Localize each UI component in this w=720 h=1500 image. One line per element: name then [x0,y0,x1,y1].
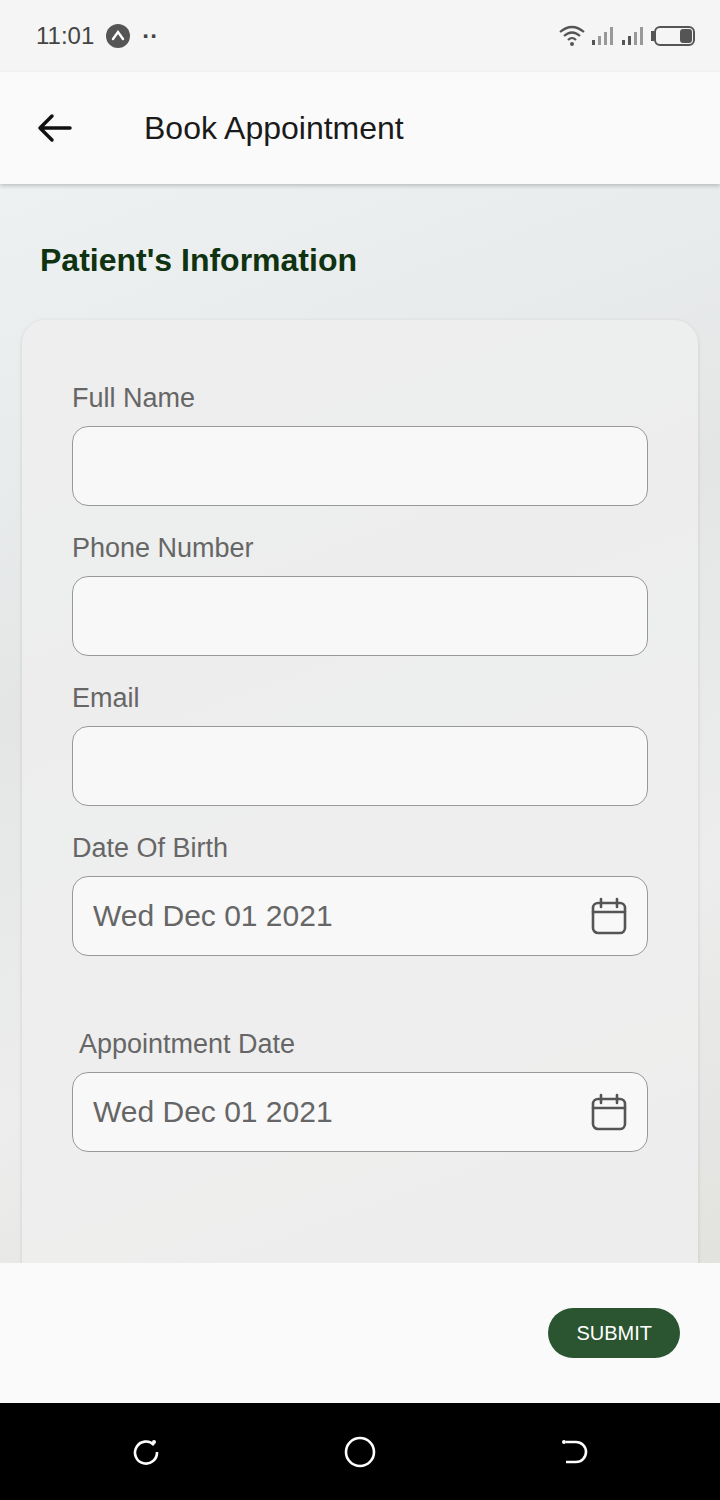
form-field: Phone Number [72,530,648,656]
submit-button[interactable]: SUBMIT [548,1308,680,1358]
home-icon[interactable] [343,1435,377,1469]
status-bar: 11:01 ·· [0,0,720,72]
field-label: Email [72,680,648,716]
form-field: Full Name [72,380,648,506]
status-time: 11:01 [36,22,94,50]
back-nav-icon[interactable] [558,1436,590,1468]
form-area: Patient's Information Full Name Phone Numb… [0,184,720,1263]
signal-icon [620,25,646,47]
form-card: Full Name Phone Number Email Date Of Birth W… [22,320,698,1263]
status-dots: ·· [142,22,158,50]
field-label: Full Name [72,380,648,416]
screen: 11:01 ·· Book Appointment Patient's Informa… [0,0,720,1500]
page-title: Book Appointment [144,110,404,147]
field-label: Appointment Date [72,1026,648,1062]
field-value: Wed Dec 01 2021 [93,899,333,933]
form-field: Date Of Birth Wed Dec 01 2021 [72,830,648,956]
back-arrow-icon[interactable] [36,113,72,143]
field-value: Wed Dec 01 2021 [93,1095,333,1129]
field-input[interactable] [72,726,648,806]
field-input[interactable]: Wed Dec 01 2021 [72,1072,648,1152]
app-notification-icon [106,24,130,48]
app-bar: Book Appointment [0,72,720,184]
bottom-bar: SUBMIT [0,1263,720,1403]
section-title: Patient's Information [40,238,698,282]
field-input[interactable] [72,576,648,656]
signal-icon [590,25,616,47]
form-field: Email [72,680,648,806]
wifi-icon [558,25,586,47]
field-input[interactable] [72,426,648,506]
field-label: Phone Number [72,530,648,566]
recent-apps-icon[interactable] [130,1436,162,1468]
calendar-icon[interactable] [591,897,627,935]
calendar-icon[interactable] [591,1093,627,1131]
battery-icon [650,25,696,47]
field-label: Date Of Birth [72,830,648,866]
navigation-bar [0,1403,720,1500]
form-field: Appointment Date Wed Dec 01 2021 [72,1026,648,1152]
field-input[interactable]: Wed Dec 01 2021 [72,876,648,956]
